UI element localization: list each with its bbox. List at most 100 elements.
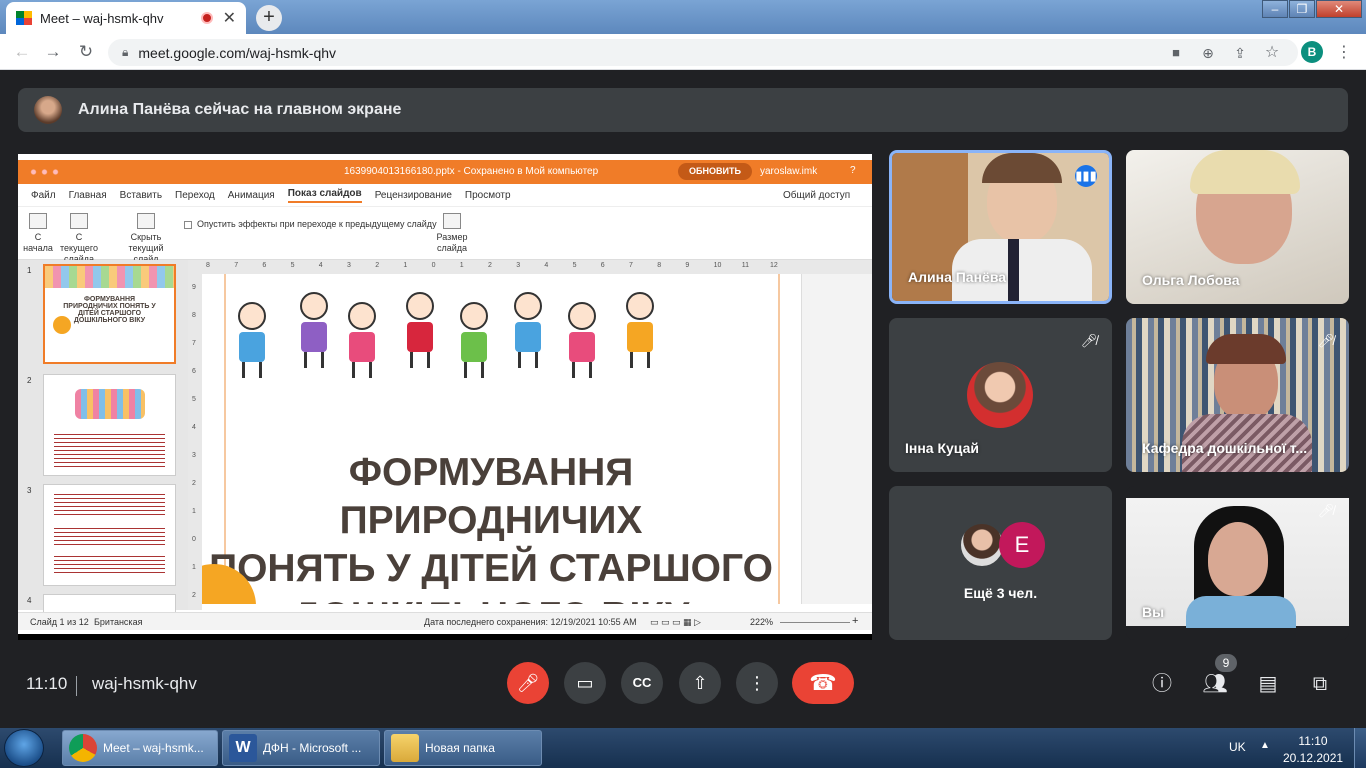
back-icon[interactable]: ←	[12, 42, 32, 62]
language-indicator[interactable]: UK	[1229, 740, 1246, 754]
ribbon-tabs: Файл Главная Вставить Переход Анимация П…	[18, 184, 872, 206]
meeting-code: waj-hsmk-qhv	[92, 674, 197, 693]
tab-home[interactable]: Главная	[69, 190, 107, 201]
close-tab-icon[interactable]: ✕	[223, 8, 236, 28]
more-vert-icon: ⋮	[748, 673, 766, 693]
ruler-tick-label: 4	[318, 262, 323, 269]
ruler-tick-label: 2	[192, 592, 196, 599]
reload-icon[interactable]: ↻	[76, 42, 96, 62]
zoom-level[interactable]: 222%	[750, 617, 773, 627]
from-current-button[interactable]: С текущего слайда	[56, 213, 102, 265]
ruler-tick-label: 1	[192, 564, 196, 571]
ruler-tick-label: 0	[431, 262, 436, 269]
ppt-user[interactable]: yaroslaw.imk	[760, 166, 817, 177]
more-participants-label: Ещё 3 чел.	[963, 585, 1038, 601]
word-icon: W	[229, 734, 257, 762]
participant-tile-self[interactable]: 🎤︎̸ Вы	[1126, 486, 1349, 640]
zoom-in-icon[interactable]: +	[852, 615, 858, 627]
show-desktop-button[interactable]	[1354, 728, 1366, 768]
window-close-button[interactable]: ✕	[1316, 0, 1362, 18]
slide-size-icon	[443, 213, 461, 229]
slideshow-icon	[29, 213, 47, 229]
tray-time[interactable]: 11:10	[1288, 734, 1338, 748]
participant-tile-kafedra[interactable]: 🎤︎̸ Кафедра дошкільної т...	[1126, 318, 1349, 472]
tray-expand-icon[interactable]: ▲	[1260, 740, 1270, 751]
ruler-tick-label: 6	[262, 262, 267, 269]
skip-effects-checkbox[interactable]: Опустить эффекты при переходе к предыдущ…	[184, 219, 437, 229]
last-saved: Дата последнего сохранения: 12/19/2021 1…	[424, 617, 637, 627]
tab-animation[interactable]: Анимация	[228, 190, 275, 201]
share-button[interactable]: Общий доступ	[783, 190, 850, 201]
tab-slideshow[interactable]: Показ слайдов	[287, 188, 362, 203]
tab-insert[interactable]: Вставить	[120, 190, 162, 201]
camera-toggle-button[interactable]: ▭	[564, 662, 606, 704]
mic-toggle-button[interactable]: 🎤︎	[507, 662, 549, 704]
ppt-titlebar: 1639904013166180.pptx - Сохранено в Мой …	[18, 160, 872, 184]
maximize-button[interactable]: ❐	[1289, 0, 1315, 18]
ruler-tick-label: 1	[459, 262, 464, 269]
people-button[interactable]: 👥︎	[1201, 670, 1229, 698]
forward-icon[interactable]: →	[43, 42, 63, 62]
minimize-button[interactable]: –	[1262, 0, 1288, 18]
kid-figure	[342, 302, 382, 382]
ruler-horizontal: 8 7 6 5 4 3 2 1 0 1 2 3 4 5 6 7 8 9 10 11 12	[188, 260, 872, 274]
zoom-icon[interactable]: ⊕	[1198, 43, 1218, 63]
kid-figure	[508, 292, 548, 372]
from-start-button[interactable]: С начала	[22, 213, 54, 254]
share-icon[interactable]: ⇪	[1230, 43, 1250, 63]
hide-slide-button[interactable]: Скрыть текущий слайд	[116, 213, 176, 265]
participant-tile-more[interactable]: Е Ещё 3 чел.	[889, 486, 1112, 640]
taskbar-item-word[interactable]: W ДФН - Microsoft ...	[222, 730, 380, 766]
participant-tile-olga[interactable]: Ольга Лобова	[1126, 150, 1349, 304]
start-button[interactable]	[4, 729, 44, 767]
help-icon[interactable]: ?	[850, 165, 856, 176]
slide-thumbnail-4[interactable]	[43, 594, 176, 614]
meeting-info-button[interactable]: ⓘ	[1148, 670, 1176, 698]
tray-date[interactable]: 20.12.2021	[1283, 751, 1343, 765]
end-call-button[interactable]: ☎︎	[792, 662, 854, 704]
thumb-number: 3	[27, 486, 32, 495]
chrome-menu-icon[interactable]: ⋮	[1334, 43, 1354, 63]
more-options-button[interactable]: ⋮	[736, 662, 778, 704]
kid-figure	[454, 302, 494, 382]
present-button[interactable]: ⇧	[679, 662, 721, 704]
address-bar[interactable]: 🔒︎ meet.google.com/waj-hsmk-qhv	[108, 39, 1298, 66]
captions-button[interactable]: CC	[621, 662, 663, 704]
profile-avatar[interactable]: B	[1301, 41, 1323, 63]
bookmark-star-icon[interactable]: ☆	[1262, 43, 1282, 63]
shared-screen: 1639904013166180.pptx - Сохранено в Мой …	[18, 154, 872, 634]
slide-canvas[interactable]: ФОРМУВАННЯ ПРИРОДНИЧИХ ПОНЯТЬ У ДІТЕЙ СТ…	[202, 274, 802, 604]
hide-slide-icon	[137, 213, 155, 229]
browser-tab[interactable]: Meet – waj-hsmk-qhv ✕	[6, 2, 246, 34]
tab-transition[interactable]: Переход	[175, 190, 215, 201]
lock-icon: 🔒︎	[122, 45, 129, 59]
tab-view[interactable]: Просмотр	[465, 190, 511, 201]
participant-tile-alina[interactable]: ▮▮▮ Алина Панёва	[889, 150, 1112, 304]
view-icons[interactable]: ▭ ▭ ▭ ▦ ▷	[650, 617, 701, 628]
activities-button[interactable]: ⧉	[1306, 670, 1334, 698]
ruler-tick-label: 7	[234, 262, 239, 269]
slide-size-button[interactable]: Размер слайда	[432, 213, 472, 254]
thumbnail-pane: 1 ФОРМУВАННЯ ПРИРОДНИЧИХ ПОНЯТЬ У ДІТЕЙ …	[18, 260, 188, 614]
chat-button[interactable]: ▤	[1254, 670, 1282, 698]
people-count-badge: 9	[1215, 654, 1237, 672]
camera-icon[interactable]: ■	[1166, 43, 1186, 63]
slide-thumbnail-1[interactable]: ФОРМУВАННЯ ПРИРОДНИЧИХ ПОНЯТЬ У ДІТЕЙ СТ…	[43, 264, 176, 364]
taskbar-item-chrome[interactable]: Meet – waj-hsmk...	[62, 730, 218, 766]
ppt-statusbar: Слайд 1 из 12 Британская Дата последнего…	[18, 612, 872, 630]
tab-review[interactable]: Рецензирование	[375, 190, 452, 201]
language-status: Британская	[94, 617, 143, 627]
ruler-tick-label: 2	[488, 262, 492, 269]
update-button[interactable]: ОБНОВИТЬ	[678, 163, 752, 180]
taskbar-item-folder[interactable]: Новая папка	[384, 730, 542, 766]
new-tab-button[interactable]: +	[256, 5, 282, 31]
tab-file[interactable]: Файл	[31, 190, 56, 201]
speaking-indicator-icon: ▮▮▮	[1075, 165, 1097, 187]
slide-thumbnail-3[interactable]	[43, 484, 176, 586]
participant-tile-inna[interactable]: 🎤︎̸ Інна Куцай	[889, 318, 1112, 472]
present-screen-icon: ⇧	[692, 673, 708, 693]
ruler-tick-label: 4	[192, 424, 196, 431]
zoom-slider[interactable]	[780, 622, 850, 623]
slide-thumbnail-2[interactable]	[43, 374, 176, 476]
ruler-tick-label: 3	[516, 262, 521, 269]
